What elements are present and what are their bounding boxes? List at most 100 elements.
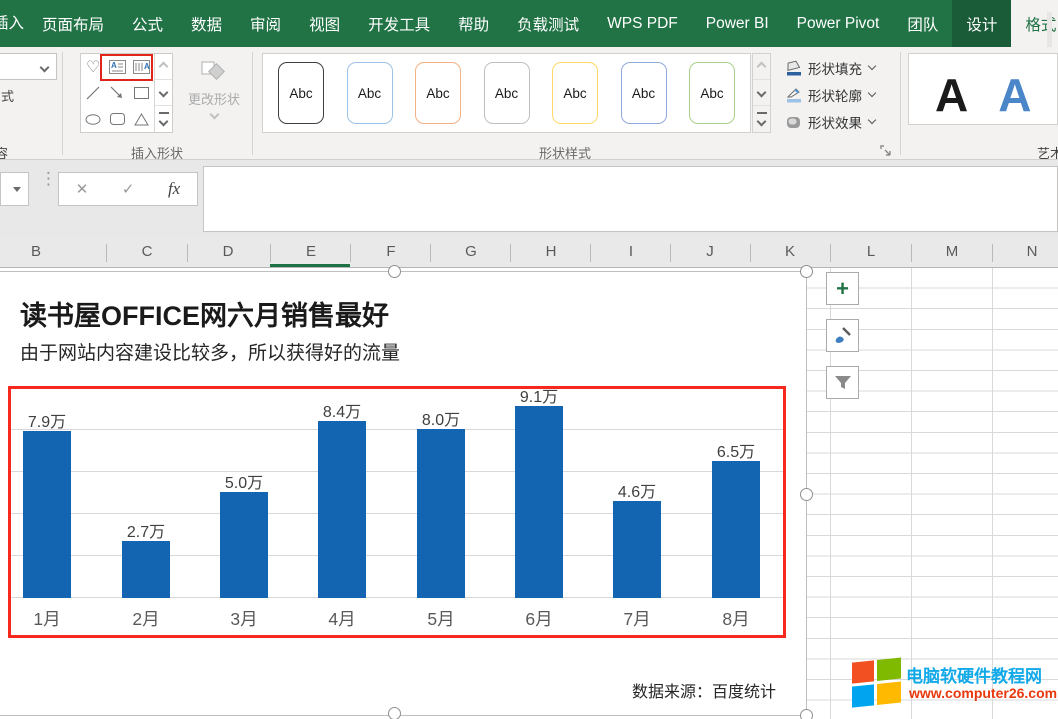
shape-style-thumb-3[interactable]: Abc xyxy=(415,62,461,124)
column-divider[interactable] xyxy=(106,244,107,262)
tab-开发工具[interactable]: 开发工具 xyxy=(354,0,444,47)
column-header-I[interactable]: I xyxy=(611,243,651,260)
resize-handle-top-center[interactable] xyxy=(388,265,401,278)
ribbon-tab-bar: 插入 页面布局公式数据审阅视图开发工具帮助负载测试WPS PDFPower BI… xyxy=(0,0,1058,47)
shape-effects-button[interactable]: 形状效果 xyxy=(785,109,897,134)
column-divider[interactable] xyxy=(670,244,671,262)
wordart-style-1[interactable]: A xyxy=(935,72,968,118)
styles-more-icon[interactable] xyxy=(753,106,770,132)
column-header-J[interactable]: J xyxy=(690,243,730,260)
gallery-more-icon[interactable] xyxy=(155,106,172,132)
dialog-launcher-icon[interactable] xyxy=(880,145,893,158)
tab-power-pivot[interactable]: Power Pivot xyxy=(783,0,894,47)
tab-design[interactable]: 设计 xyxy=(952,0,1011,47)
wordart-style-2[interactable]: A xyxy=(998,72,1031,118)
styles-gallery-scrollbar[interactable] xyxy=(752,53,771,133)
column-header-E[interactable]: E xyxy=(291,243,331,260)
chevron-down-icon xyxy=(868,89,876,97)
resize-handle-bottom-center[interactable] xyxy=(388,707,401,719)
shape-style-thumb-4[interactable]: Abc xyxy=(484,62,530,124)
column-divider[interactable] xyxy=(510,244,511,262)
change-shape-button[interactable]: 更改形状 xyxy=(180,53,248,143)
tab-页面布局[interactable]: 页面布局 xyxy=(28,0,118,47)
column-header-K[interactable]: K xyxy=(770,243,810,260)
column-header-G[interactable]: G xyxy=(451,243,491,260)
chart-style-button[interactable] xyxy=(826,319,859,352)
shape-outline-button[interactable]: 形状轮廓 xyxy=(785,82,897,107)
column-header-C[interactable]: C xyxy=(127,243,167,260)
column-header-M[interactable]: M xyxy=(932,243,972,260)
scroll-up-icon[interactable] xyxy=(155,54,172,80)
arrow-shape-icon[interactable] xyxy=(105,80,129,106)
tab-负载测试[interactable]: 负载测试 xyxy=(503,0,593,47)
resize-handle-right-middle[interactable] xyxy=(800,488,813,501)
tab-审阅[interactable]: 审阅 xyxy=(236,0,295,47)
tab-power-bi[interactable]: Power BI xyxy=(692,0,783,47)
column-header-D[interactable]: D xyxy=(208,243,248,260)
tab-insert-clipped[interactable]: 插入 xyxy=(0,0,28,47)
column-divider[interactable] xyxy=(350,244,351,262)
scroll-down-icon[interactable] xyxy=(155,80,172,106)
chart-subtitle[interactable]: 由于网站内容建设比较多，所以获得好的流量 xyxy=(20,338,400,365)
styles-scroll-up-icon[interactable] xyxy=(753,54,770,80)
shape-style-thumb-6[interactable]: Abc xyxy=(621,62,667,124)
chart-title[interactable]: 读书屋OFFICE网六月销售最好 xyxy=(20,294,389,333)
oval-shape-icon[interactable] xyxy=(81,106,105,132)
rectangle-shape-icon[interactable] xyxy=(130,80,154,106)
shapes-gallery-scrollbar[interactable] xyxy=(154,54,172,132)
watermark-site-name: 电脑软硬件教程网 xyxy=(906,662,1042,687)
group-separator xyxy=(252,52,253,155)
column-divider[interactable] xyxy=(750,244,751,262)
shape-style-thumb-5[interactable]: Abc xyxy=(552,62,598,124)
chevron-down-icon xyxy=(40,63,50,73)
tab-帮助[interactable]: 帮助 xyxy=(444,0,503,47)
column-divider[interactable] xyxy=(430,244,431,262)
shape-effects-icon xyxy=(785,114,803,130)
resize-handle-bottom-right[interactable] xyxy=(800,709,813,719)
formula-input[interactable] xyxy=(203,166,1058,232)
column-header-H[interactable]: H xyxy=(531,243,571,260)
change-shape-label: 更改形状 xyxy=(188,89,240,108)
name-box[interactable] xyxy=(0,172,29,206)
gridline xyxy=(992,268,993,719)
tab-公式[interactable]: 公式 xyxy=(118,0,177,47)
resize-handle-top-right[interactable] xyxy=(800,265,813,278)
data-source-label: 数据来源：百度统计 xyxy=(632,678,776,702)
shape-fill-label: 形状填充 xyxy=(808,58,862,78)
triangle-shape-icon[interactable] xyxy=(130,106,154,132)
tab-数据[interactable]: 数据 xyxy=(177,0,236,47)
brush-icon xyxy=(833,326,853,346)
sheet-grid[interactable]: 读书屋OFFICE网六月销售最好 由于网站内容建设比较多，所以获得好的流量 7.… xyxy=(0,268,1058,719)
column-divider[interactable] xyxy=(187,244,188,262)
styles-scroll-down-icon[interactable] xyxy=(753,80,770,106)
formula-buttons: ✕ ✓ fx xyxy=(58,172,198,206)
current-selection-combo[interactable] xyxy=(0,53,57,80)
enter-icon[interactable]: ✓ xyxy=(122,180,135,198)
formula-bar-grip[interactable]: ⋮ xyxy=(40,174,57,184)
shape-style-thumb-1[interactable]: Abc xyxy=(278,62,324,124)
chart-object[interactable]: 读书屋OFFICE网六月销售最好 由于网站内容建设比较多，所以获得好的流量 7.… xyxy=(0,271,807,716)
selected-plot-border[interactable] xyxy=(8,386,786,638)
column-header-B[interactable]: B xyxy=(16,243,56,260)
rounded-rectangle-shape-icon[interactable] xyxy=(105,106,129,132)
tab-wps-pdf[interactable]: WPS PDF xyxy=(593,0,692,47)
chevron-down-icon xyxy=(868,62,876,70)
tab-团队[interactable]: 团队 xyxy=(893,0,952,47)
insert-function-icon[interactable]: fx xyxy=(168,179,180,199)
column-divider[interactable] xyxy=(830,244,831,262)
shape-style-thumb-7[interactable]: Abc xyxy=(689,62,735,124)
column-divider[interactable] xyxy=(590,244,591,262)
column-divider[interactable] xyxy=(270,244,271,262)
column-header-L[interactable]: L xyxy=(851,243,891,260)
shape-style-thumb-2[interactable]: Abc xyxy=(347,62,393,124)
chart-filters-button[interactable] xyxy=(826,366,859,399)
cancel-icon[interactable]: ✕ xyxy=(76,180,89,198)
column-divider[interactable] xyxy=(992,244,993,262)
line-shape-icon[interactable] xyxy=(81,80,105,106)
column-header-F[interactable]: F xyxy=(371,243,411,260)
shape-fill-button[interactable]: 形状填充 xyxy=(785,55,897,80)
tab-视图[interactable]: 视图 xyxy=(295,0,354,47)
column-header-N[interactable]: N xyxy=(1012,243,1052,260)
chart-elements-button[interactable]: + xyxy=(826,272,859,305)
column-divider[interactable] xyxy=(911,244,912,262)
